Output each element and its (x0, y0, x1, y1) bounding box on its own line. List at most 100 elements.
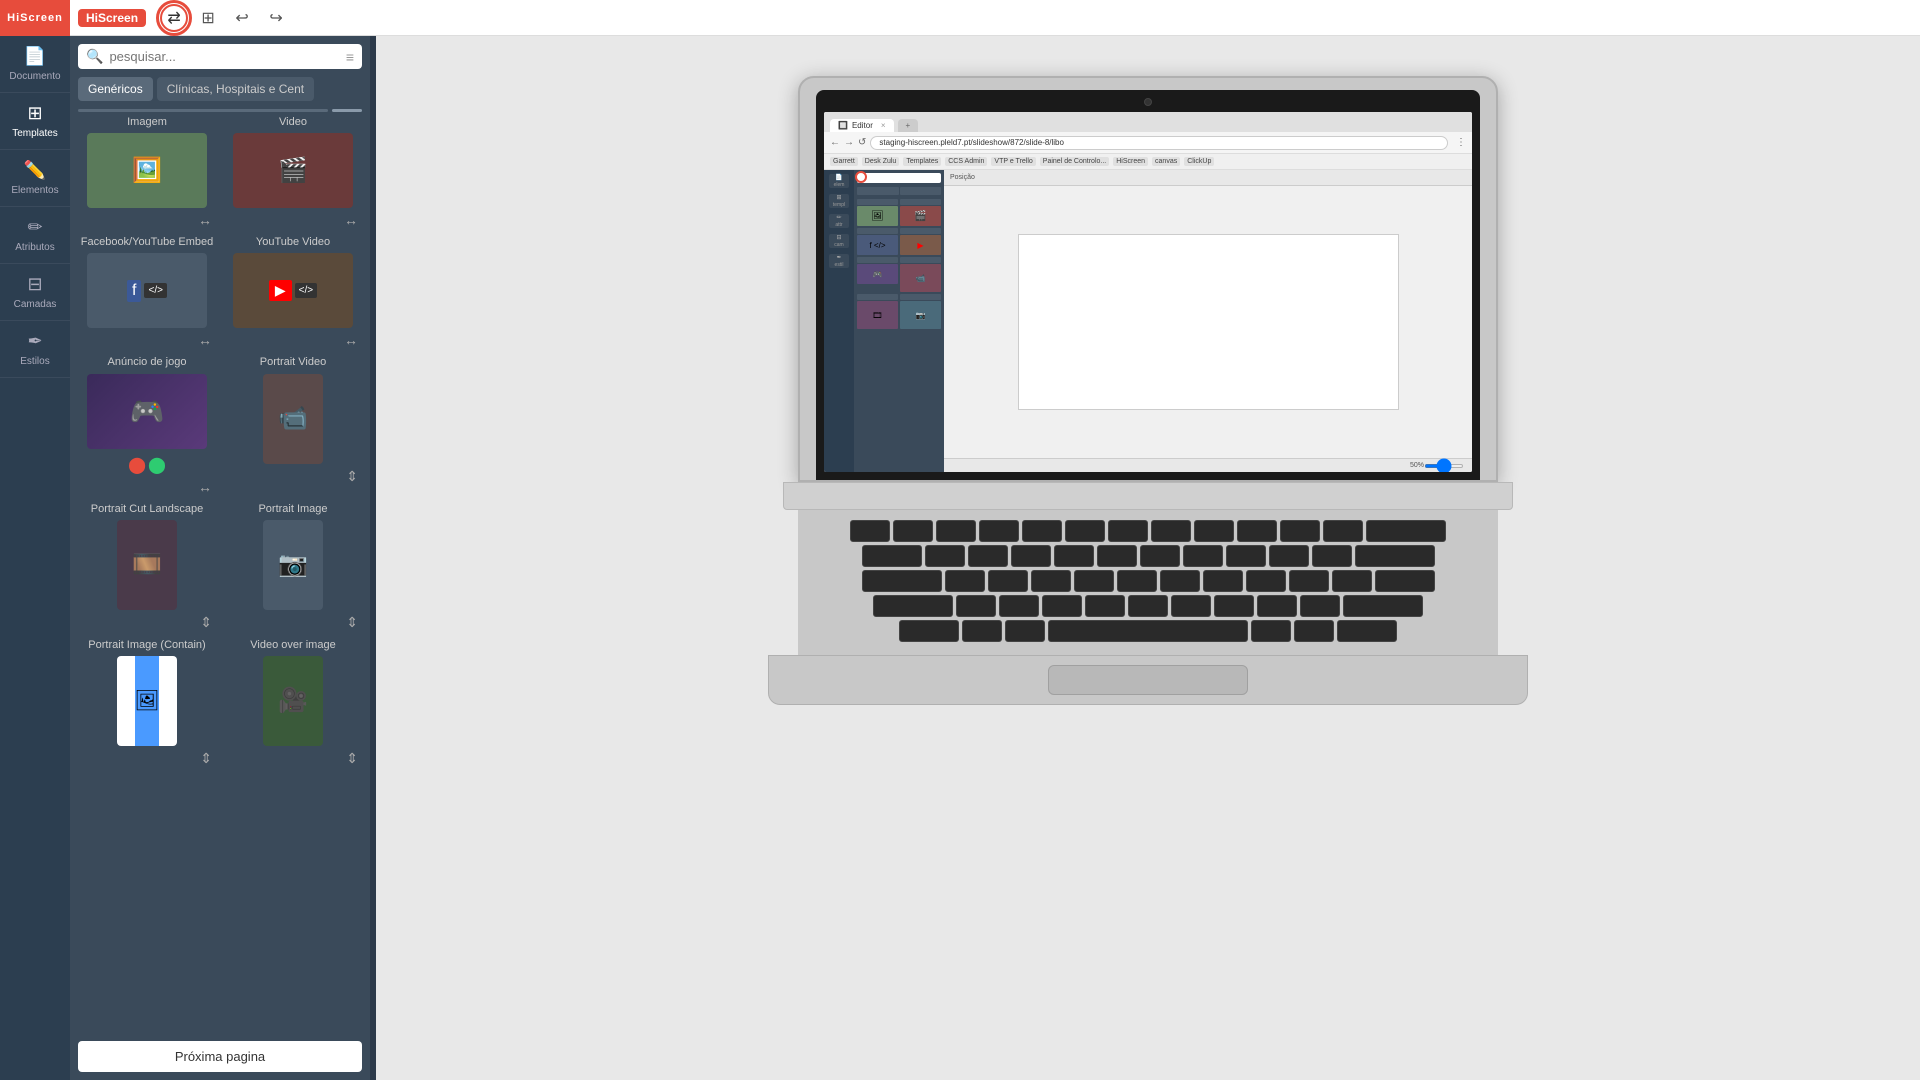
key (1042, 595, 1082, 617)
layout-button[interactable]: ⊞ (194, 4, 222, 32)
list-item: YouTube Video ▶ </> ↔ (224, 236, 362, 348)
key (1332, 570, 1372, 592)
template-thumb-imagen[interactable]: 🖼️ (87, 133, 207, 208)
sidebar-item-elementos[interactable]: ✏️ Elementos (0, 150, 70, 207)
key (1280, 520, 1320, 542)
laptop-camera (1144, 98, 1152, 106)
template-thumb-portrait-video[interactable]: 📹 (263, 374, 323, 464)
list-item: Portrait Video 📹 ⇕ (224, 356, 362, 494)
search-input[interactable] (109, 49, 339, 64)
template-thumb-portrait-image[interactable]: 📷 (263, 520, 323, 610)
template-thumb-yt[interactable]: ▶ </> (233, 253, 353, 328)
key (1251, 620, 1291, 642)
toggle-on-icon: ⬤ (148, 455, 166, 475)
template-thumb-portrait-cut[interactable]: 🎞️ (117, 520, 177, 610)
template-label-video: Video (279, 116, 307, 129)
arrow-icon-video: ↔ (344, 212, 362, 228)
tab-clinicas[interactable]: Clínicas, Hospitais e Cent (157, 77, 314, 101)
browser-menu-icon[interactable]: ⋮ (1456, 137, 1466, 148)
laptop: 🔲 Editor × + ← → ↺ (768, 76, 1528, 705)
bookmark-painel[interactable]: Painel de Controlo... (1040, 157, 1109, 166)
template-thumb-video-over-image[interactable]: 🎥 (263, 656, 323, 746)
key (1312, 545, 1352, 567)
browser-tab-editor[interactable]: 🔲 Editor × (830, 119, 894, 132)
sidebar-item-camadas[interactable]: ⊟ Camadas (0, 264, 70, 321)
mini-template-pvideo: 📹 (900, 257, 941, 292)
app-logo: HiScreen (86, 11, 138, 25)
key (1074, 570, 1114, 592)
sidebar-label-templates: Templates (12, 128, 58, 139)
bookmark-canvas[interactable]: canvas (1152, 157, 1180, 166)
template-thumb-game[interactable]: 🎮 (87, 374, 207, 449)
key (999, 595, 1039, 617)
key (1289, 570, 1329, 592)
close-tab-icon[interactable]: × (881, 121, 886, 130)
laptop-base (783, 482, 1513, 510)
key-enter (1355, 545, 1435, 567)
browser-tab-new[interactable]: + (898, 119, 919, 132)
bookmark-desk-zulu[interactable]: Desk Zulu (862, 157, 900, 166)
estilos-icon: ✒ (27, 331, 42, 352)
filter-icon[interactable]: ≡ (346, 49, 354, 65)
key (1108, 520, 1148, 542)
list-item: Imagem 🖼️ ↔ (78, 116, 216, 228)
mini-sidebar-layers: ⊟ cam (829, 234, 849, 248)
redo-button[interactable]: ↪ (262, 4, 290, 32)
redo-icon: ↪ (269, 8, 282, 28)
back-button[interactable]: ⇄ (160, 4, 188, 32)
bookmark-hiscreen[interactable]: HiScreen (1113, 157, 1148, 166)
mini-template-fb: f </> (857, 228, 898, 255)
key (1085, 595, 1125, 617)
key (925, 545, 965, 567)
arrow-icon-game: ↔ (198, 479, 216, 495)
mini-sidebar-templates: ⊞ templ (829, 194, 849, 208)
bookmark-templates[interactable]: Templates (903, 157, 941, 166)
list-item: Portrait Image (Contain) 🖼 ⇕ (78, 639, 216, 767)
mini-template-video: 🎬 (900, 199, 941, 226)
bookmark-clickup[interactable]: ClickUp (1184, 157, 1214, 166)
key (1005, 620, 1045, 642)
sidebar-item-documento[interactable]: 📄 Documento (0, 36, 70, 93)
bookmark-vtp[interactable]: VTP e Trello (991, 157, 1035, 166)
browser-canvas-area: Posição 50% (944, 170, 1472, 472)
mini-template-pcut: 🎞 (857, 294, 898, 329)
undo-button[interactable]: ↩ (228, 4, 256, 32)
sidebar-item-atributos[interactable]: ✏ Atributos (0, 207, 70, 264)
bookmark-ccs-admin[interactable]: CCS Admin (945, 157, 987, 166)
browser-forward-icon[interactable]: → (844, 137, 854, 148)
panel-footer: Próxima pagina (70, 1033, 370, 1080)
tab-genericos[interactable]: Genéricos (78, 77, 153, 101)
zoom-slider[interactable] (1424, 464, 1464, 468)
browser-url-bar[interactable]: staging-hiscreen.pleld7.pt/slideshow/872… (870, 136, 1448, 150)
top-toolbar: HiScreen ⇄ ⊞ ↩ ↪ (70, 0, 1920, 36)
template-thumb-portrait-image-contain[interactable]: 🖼 (117, 656, 177, 746)
laptop-trackpad[interactable] (1048, 665, 1248, 695)
browser: 🔲 Editor × + ← → ↺ (824, 112, 1472, 472)
browser-back-icon[interactable]: ← (830, 137, 840, 148)
sidebar-item-estilos[interactable]: ✒ Estilos (0, 321, 70, 378)
sidebar-label-atributos: Atributos (15, 242, 54, 253)
template-thumb-video[interactable]: 🎬 (233, 133, 353, 208)
key (1140, 545, 1180, 567)
mini-sidebar-elemento: 📄 elem (829, 174, 849, 188)
key (1237, 520, 1277, 542)
canvas-white-area[interactable] (1018, 234, 1399, 410)
key (988, 570, 1028, 592)
next-page-button[interactable]: Próxima pagina (78, 1041, 362, 1072)
browser-reload-icon[interactable]: ↺ (858, 137, 866, 148)
sidebar-item-templates[interactable]: ⊞ Templates (0, 93, 70, 150)
key (1031, 570, 1071, 592)
browser-tab-favicon: 🔲 (838, 121, 848, 130)
browser-bookmarks: Garrett Desk Zulu Templates CCS Admin VT… (824, 154, 1472, 170)
template-label-imagen: Imagem (127, 116, 167, 129)
template-label-portrait-image-contain: Portrait Image (Contain) (88, 639, 205, 652)
template-thumb-fb[interactable]: f </> (87, 253, 207, 328)
key (936, 520, 976, 542)
arrow-icon-portrait-image: ⇕ (346, 614, 362, 631)
key (1117, 570, 1157, 592)
laptop-trackpad-base (768, 655, 1528, 705)
bookmark-garrett[interactable]: Garrett (830, 157, 858, 166)
back-icon: ⇄ (167, 8, 180, 28)
browser-content: 📄 elem ⊞ templ ✏ attr (824, 170, 1472, 472)
list-item: Video over image 🎥 ⇕ (224, 639, 362, 767)
